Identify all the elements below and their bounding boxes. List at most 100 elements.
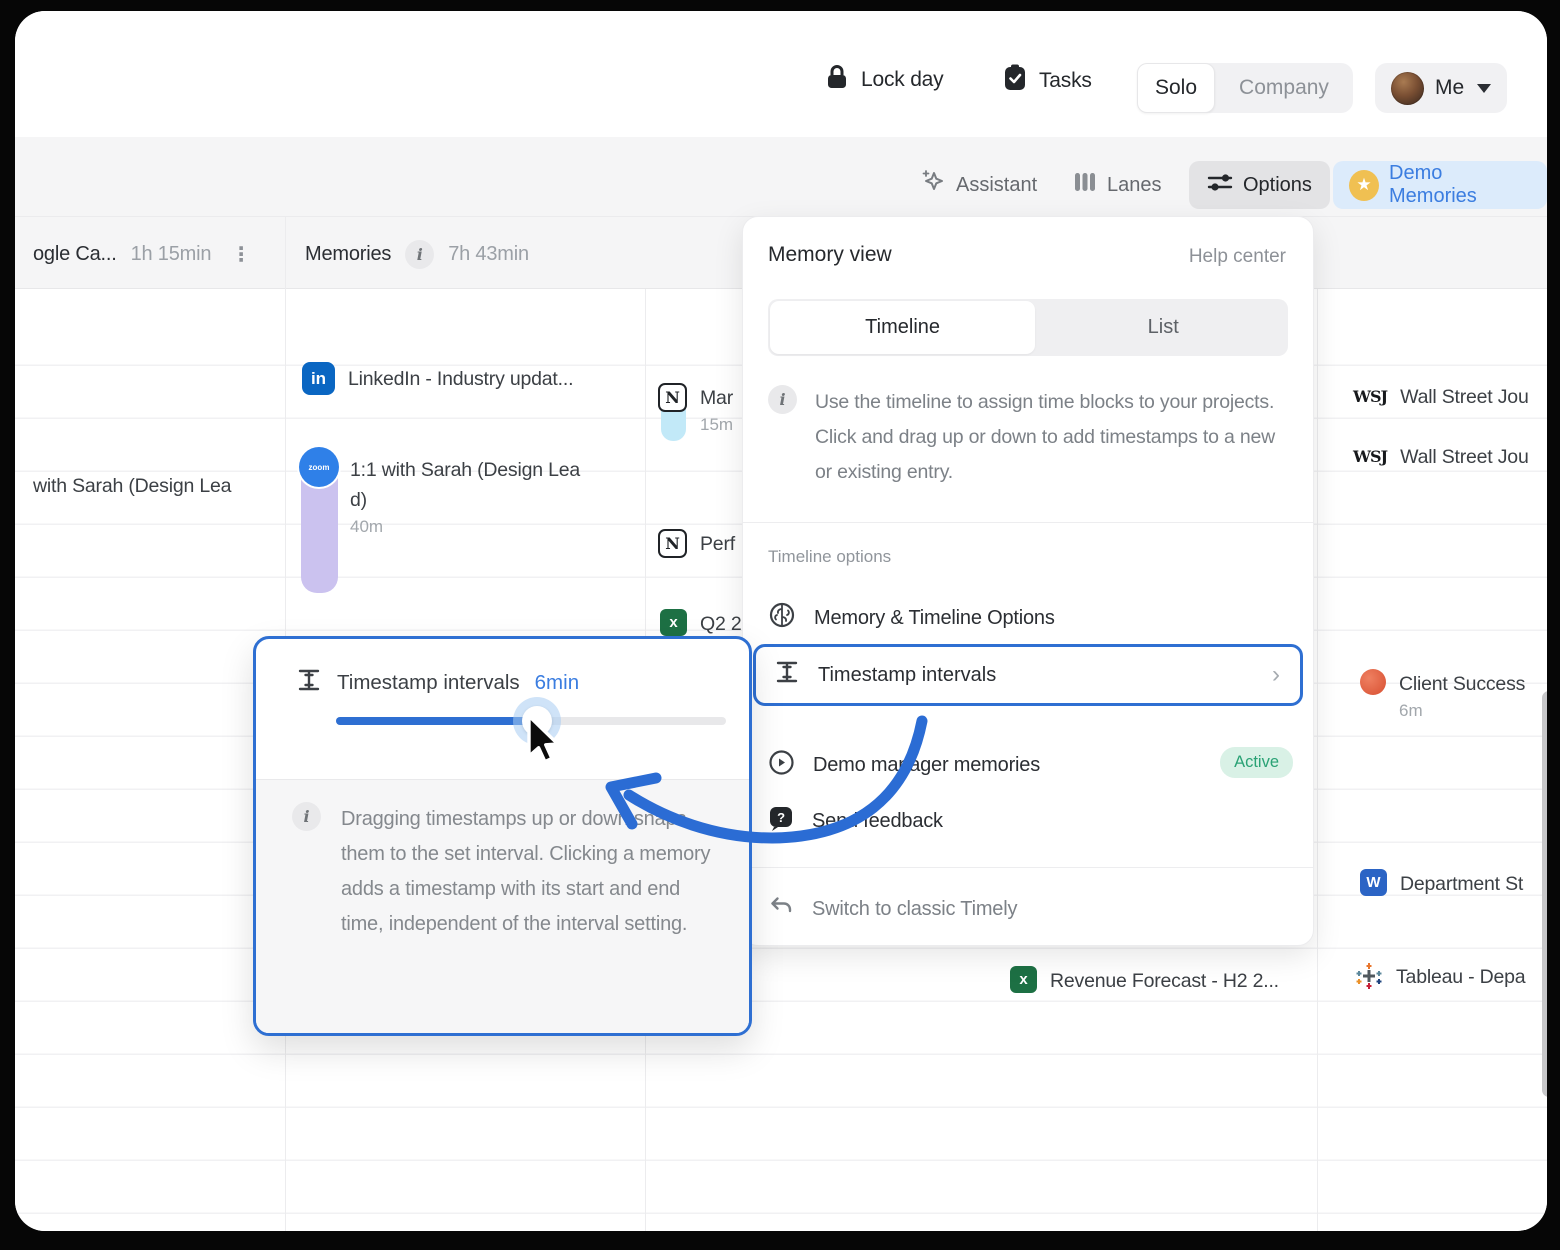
popover-info-text: Dragging timestamps up or down snaps the… [341,802,713,942]
tab-timeline[interactable]: Timeline [770,301,1035,354]
tasks-button[interactable]: Tasks [1003,64,1092,97]
tasks-label: Tasks [1039,69,1092,93]
lanes-label: Lanes [1107,174,1162,197]
timeline-options-label: Timeline options [768,547,891,567]
play-circle-icon [768,749,795,782]
interval-icon [296,667,322,699]
feedback-icon: ? [768,805,794,837]
memory-entry-title: Tableau - Depa [1396,962,1538,992]
kebab-menu-icon[interactable]: ⋮ [231,242,251,267]
memory-entry-title: Perf [700,529,746,559]
top-bar: Lock day Tasks Solo Company Me [15,11,1547,137]
slider-thumb[interactable] [522,706,552,736]
memory-entry[interactable]: WSJ Wall Street Jou [1353,442,1547,472]
word-icon: W [1360,869,1387,896]
options-button[interactable]: Options [1189,161,1330,209]
lanes-button[interactable]: Lanes [1073,162,1162,208]
memory-entry[interactable]: Tableau - Depa [1355,962,1538,995]
linkedin-icon: in [302,362,335,395]
menu-item-memory-options[interactable]: Memory & Timeline Options [768,601,1055,635]
toggle-company[interactable]: Company [1215,76,1353,100]
memory-entry-title: Mar [700,383,746,413]
calendar-event-title: with Sarah (Design Lea [33,471,283,501]
zoom-icon: zoom [299,447,339,487]
panel-title: Memory view [768,243,892,267]
sliders-icon [1207,171,1233,199]
menu-item-label: Send feedback [812,810,943,833]
tasks-icon [1003,64,1027,97]
notion-icon: N [658,383,687,412]
memories-column-duration: 7h 43min [448,243,529,266]
calendar-column-title: ogle Ca... [33,243,117,266]
notion-icon: N [658,529,687,558]
demo-memories-button[interactable]: ★ Demo Memories [1333,161,1547,209]
view-tabs: Timeline List [768,299,1288,356]
memory-entry[interactable]: x Q2 2 [660,609,744,639]
memory-entry-title: Department St [1400,869,1540,899]
memory-view-panel: Memory view Help center Timeline List i … [742,216,1314,946]
memories-column-header: Memories i 7h 43min [305,235,529,273]
menu-item-demo-manager[interactable]: Demo manager memories [768,749,1040,782]
memory-entry[interactable]: N Perf [658,529,746,559]
help-center-link[interactable]: Help center [1189,246,1286,268]
menu-item-label: Memory & Timeline Options [814,607,1055,630]
memory-entry[interactable]: 1:1 with Sarah (Design Lea d) 40m [350,455,580,537]
avatar [1391,72,1424,105]
assistant-label: Assistant [956,174,1037,197]
excel-icon: x [1010,966,1037,993]
memory-entry-title: Wall Street Jou [1400,442,1547,472]
memory-entry-duration: 6m [1399,701,1544,721]
timestamp-intervals-popover: Timestamp intervals 6min i Dragging time… [253,636,752,1036]
star-icon: ★ [1349,170,1379,201]
memory-entry-duration: 40m [350,517,580,537]
memory-entry[interactable]: x Revenue Forecast - H2 2... [1010,966,1300,996]
tab-list[interactable]: List [1038,299,1288,356]
chevron-down-icon [1477,84,1491,93]
calendar-column-header: ogle Ca... 1h 15min ⋮ [33,235,251,273]
menu-item-switch-classic[interactable]: Switch to classic Timely [768,893,1017,925]
info-icon: i [768,385,797,414]
lock-day-button[interactable]: Lock day [825,64,943,96]
app-window: Lock day Tasks Solo Company Me Assistant [15,11,1547,1231]
info-icon[interactable]: i [405,240,434,269]
calendar-event[interactable]: with Sarah (Design Lea [33,471,283,501]
svg-text:?: ? [777,810,785,825]
memory-entry-title: LinkedIn - Industry updat... [348,364,573,394]
me-menu-button[interactable]: Me [1375,63,1507,113]
memory-entry[interactable]: in LinkedIn - Industry updat... [302,362,573,395]
brain-icon [768,601,796,635]
wsj-icon: WSJ [1353,442,1387,472]
calendar-column-duration: 1h 15min [131,243,212,266]
memory-entry-title: Revenue Forecast - H2 2... [1050,966,1300,996]
slider-fill [336,717,536,725]
memory-entry[interactable]: N Mar 15m [658,383,746,435]
popover-title: Timestamp intervals [337,671,520,695]
menu-item-timestamp-intervals[interactable]: Timestamp intervals › [753,644,1303,706]
interval-value: 6min [535,671,579,695]
memory-entry[interactable]: Client Success 6m [1360,669,1544,721]
lane-divider [1317,289,1318,1231]
solo-company-toggle: Solo Company [1137,63,1353,113]
menu-item-label: Switch to classic Timely [812,898,1017,921]
sparkle-icon [920,169,946,201]
memory-entry-title: Wall Street Jou [1400,382,1547,412]
info-icon: i [292,802,321,831]
lock-icon [825,64,849,96]
memory-entry[interactable]: W Department St [1360,869,1540,899]
interval-slider[interactable] [336,717,726,725]
lock-day-label: Lock day [861,68,943,92]
memory-entry-title: Client Success [1399,669,1544,699]
wsj-icon: WSJ [1353,382,1387,412]
menu-item-label: Demo manager memories [813,754,1040,777]
memory-entry[interactable]: WSJ Wall Street Jou [1353,382,1547,412]
toggle-solo[interactable]: Solo [1137,63,1215,113]
assistant-button[interactable]: Assistant [920,162,1037,208]
memory-entry-duration: 15m [700,415,746,435]
scrollbar[interactable] [1542,691,1547,1097]
undo-icon [768,893,794,925]
popover-info-section: i Dragging timestamps up or down snaps t… [256,779,749,1033]
active-badge: Active [1220,747,1293,778]
memories-column-title: Memories [305,243,391,266]
demo-memories-label: Demo Memories [1389,162,1531,208]
menu-item-send-feedback[interactable]: ? Send feedback [768,805,943,837]
